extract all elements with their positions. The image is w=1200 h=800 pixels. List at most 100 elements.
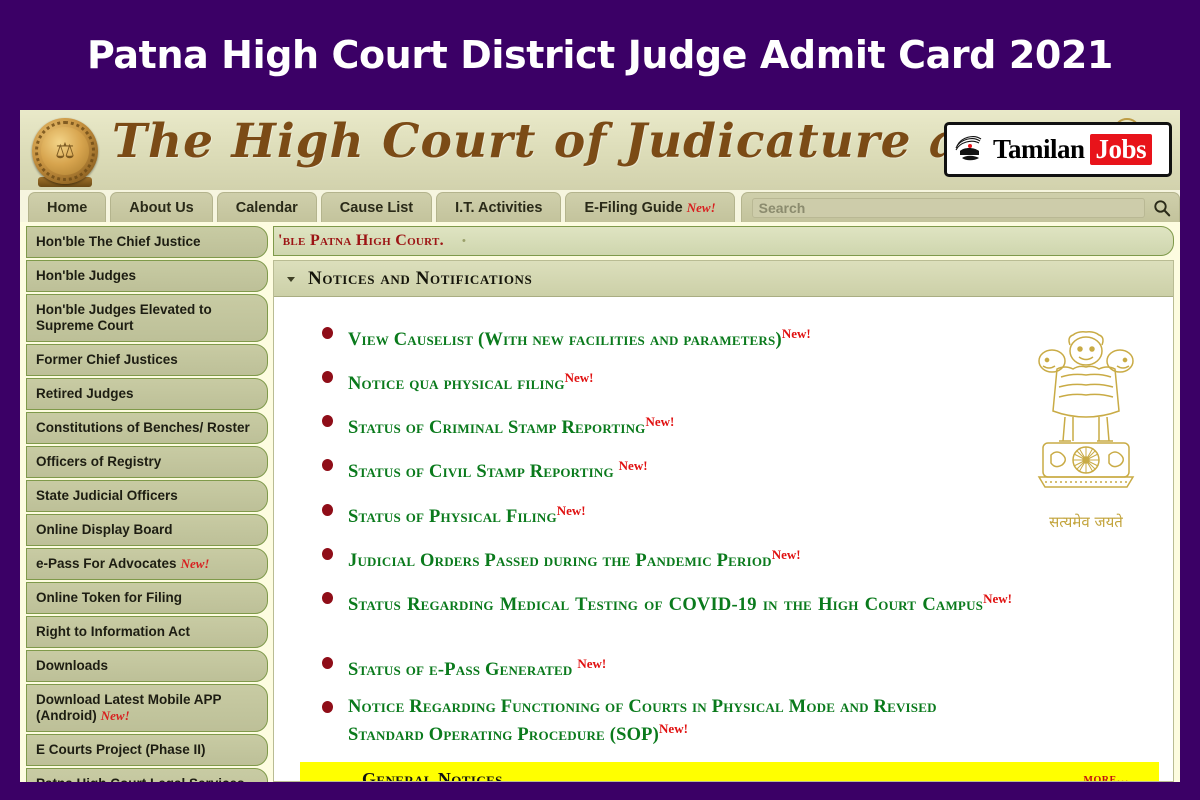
sidebar-item-judges-elevated[interactable]: Hon'ble Judges Elevated to Supreme Court — [26, 294, 268, 342]
nav-tab-about-us[interactable]: About Us — [110, 192, 213, 222]
sidebar-item-judges[interactable]: Hon'ble Judges — [26, 260, 268, 292]
notice-item[interactable]: Status Regarding Medical Testing of COVI… — [322, 588, 1012, 637]
new-badge: New! — [577, 656, 607, 672]
sidebar-item-label: State Judicial Officers — [36, 488, 178, 503]
notice-label: Status of Physical Filing — [348, 506, 557, 527]
jobs-badge: Jobs — [1089, 134, 1153, 165]
sidebar-item-label: Hon'ble Judges — [36, 268, 136, 283]
sidebar-item-label: Constitutions of Benches/ Roster — [36, 420, 250, 435]
notice-item[interactable]: Status of e-Pass Generated New! — [322, 653, 1012, 681]
tamilan-face-icon — [954, 133, 988, 167]
general-notices-bar: General Notices more... — [300, 762, 1159, 781]
bullet-icon — [322, 415, 333, 428]
search-input[interactable]: Search — [751, 197, 1145, 218]
sidebar-item-label: e-Pass For Advocates — [36, 556, 177, 571]
notice-label: Status of e-Pass Generated — [348, 660, 578, 681]
notice-label: View Causelist (With new facilities and … — [348, 330, 782, 351]
tamilan-text: Tamilan — [993, 134, 1085, 164]
sidebar-item-label: Officers of Registry — [36, 454, 162, 469]
new-badge: New! — [645, 414, 675, 430]
notice-item[interactable]: Status of Physical FilingNew! — [322, 500, 1012, 528]
chevron-down-icon[interactable] — [284, 272, 298, 286]
notice-item[interactable]: View Causelist (With new facilities and … — [322, 323, 1012, 351]
sidebar-item-right-to-information-act[interactable]: Right to Information Act — [26, 616, 268, 648]
nav-tab-home[interactable]: Home — [28, 192, 107, 222]
nav-tab-label: E-Filing Guide — [584, 199, 683, 216]
notice-item[interactable]: Notice qua physical filingNew! — [322, 367, 1012, 395]
sidebar-item-label: Online Token for Filing — [36, 590, 182, 605]
sidebar-item-chief-justice[interactable]: Hon'ble The Chief Justice — [26, 226, 268, 258]
sidebar-item-e-courts-project[interactable]: E Courts Project (Phase II) — [26, 734, 268, 766]
website-screenshot: ⚖ The High Court of Judicature at Tamila… — [20, 110, 1180, 782]
sidebar-item-label: Former Chief Justices — [36, 352, 178, 367]
site-body: Hon'ble The Chief Justice Hon'ble Judges… — [20, 222, 1180, 782]
sidebar-item-former-chief-justices[interactable]: Former Chief Justices — [26, 344, 268, 376]
new-badge: New! — [686, 199, 716, 215]
bullet-icon — [322, 657, 333, 670]
new-badge: New! — [618, 458, 648, 474]
new-badge: New! — [983, 590, 1012, 606]
masthead-title: The High Court of Judicature at — [112, 114, 984, 169]
notice-item[interactable]: Notice Regarding Functioning of Courts i… — [322, 697, 1012, 746]
main-navigation: Home About Us Calendar Cause List I.T. A… — [20, 190, 1180, 222]
nav-tab-it-activities[interactable]: I.T. Activities — [436, 192, 562, 222]
site-header: ⚖ The High Court of Judicature at Tamila… — [20, 110, 1180, 190]
sidebar-item-e-pass-for-advocates[interactable]: e-Pass For Advocates New! — [26, 548, 268, 580]
tamilan-jobs-watermark: Tamilan Jobs — [944, 122, 1172, 177]
nav-tab-label: Home — [47, 199, 88, 216]
marquee-separator-icon: • — [461, 235, 466, 247]
page-title: Patna High Court District Judge Admit Ca… — [87, 33, 1113, 77]
new-badge: New! — [180, 556, 210, 571]
bullet-icon — [322, 371, 333, 384]
sidebar-menu: Hon'ble The Chief Justice Hon'ble Judges… — [26, 226, 268, 782]
sidebar-item-state-judicial-officers[interactable]: State Judicial Officers — [26, 480, 268, 512]
sidebar-item-officers-of-registry[interactable]: Officers of Registry — [26, 446, 268, 478]
new-badge: New! — [564, 370, 594, 386]
sidebar-item-label: Right to Information Act — [36, 624, 190, 639]
sidebar-item-label: Patna High Court Legal Services Committe… — [36, 776, 245, 782]
new-badge: New! — [771, 546, 801, 562]
notice-item[interactable]: Judicial Orders Passed during the Pandem… — [322, 544, 1012, 572]
sidebar-item-online-display-board[interactable]: Online Display Board — [26, 514, 268, 546]
bullet-icon — [322, 459, 333, 472]
sidebar-item-label: Retired Judges — [36, 386, 134, 401]
notice-label: Status of Criminal Stamp Reporting — [348, 418, 646, 439]
nav-tab-e-filing-guide[interactable]: E-Filing Guide New! — [565, 192, 735, 222]
sidebar-item-downloads[interactable]: Downloads — [26, 650, 268, 682]
notice-label: Notice Regarding Functioning of Courts i… — [348, 697, 937, 746]
bullet-icon — [322, 547, 333, 560]
nav-tab-cause-list[interactable]: Cause List — [320, 192, 433, 222]
notices-panel-body: सत्यमेव जयते View Causelist (With new fa… — [274, 297, 1173, 781]
marquee-banner: 'ble Patna High Court. • — [273, 226, 1174, 256]
notice-item[interactable]: Status of Criminal Stamp ReportingNew! — [322, 411, 1012, 439]
nav-tab-label: I.T. Activities — [455, 199, 543, 216]
search-icon[interactable] — [1153, 199, 1171, 217]
notice-label: Notice qua physical filing — [348, 374, 565, 395]
sidebar-item-label: Hon'ble Judges Elevated to Supreme Court — [36, 302, 212, 333]
sidebar-item-legal-services-committee[interactable]: Patna High Court Legal Services Committe… — [26, 768, 268, 782]
search-container: Search — [740, 192, 1180, 222]
bullet-icon — [322, 503, 333, 516]
notice-item[interactable]: Status of Civil Stamp Reporting New! — [322, 455, 1012, 483]
new-badge: New! — [781, 326, 811, 341]
nav-tab-label: Calendar — [235, 199, 298, 216]
sidebar-item-label: Hon'ble The Chief Justice — [36, 234, 201, 249]
ashoka-emblem-icon: सत्यमेव जयते — [1021, 325, 1151, 532]
notices-panel-title: Notices and Notifications — [308, 267, 533, 289]
bullet-icon — [322, 701, 333, 714]
notice-label: Judicial Orders Passed during the Pandem… — [348, 550, 772, 571]
notices-panel-header[interactable]: Notices and Notifications — [274, 261, 1173, 297]
sidebar-item-constitutions-of-benches[interactable]: Constitutions of Benches/ Roster — [26, 412, 268, 444]
new-badge: New! — [659, 721, 688, 737]
sidebar-item-online-token-for-filing[interactable]: Online Token for Filing — [26, 582, 268, 614]
general-notices-label: General Notices — [362, 768, 503, 781]
new-badge: New! — [100, 708, 130, 723]
marquee-text: 'ble Patna High Court. — [278, 232, 444, 249]
main-content: 'ble Patna High Court. • Notices and Not… — [273, 226, 1174, 782]
sidebar-item-download-mobile-app[interactable]: Download Latest Mobile APP (Android) New! — [26, 684, 268, 732]
notice-label: Status Regarding Medical Testing of COVI… — [348, 595, 984, 616]
general-notices-more-link[interactable]: more... — [1084, 771, 1129, 781]
sidebar-item-retired-judges[interactable]: Retired Judges — [26, 378, 268, 410]
bullet-icon — [322, 327, 333, 339]
nav-tab-calendar[interactable]: Calendar — [216, 192, 317, 222]
